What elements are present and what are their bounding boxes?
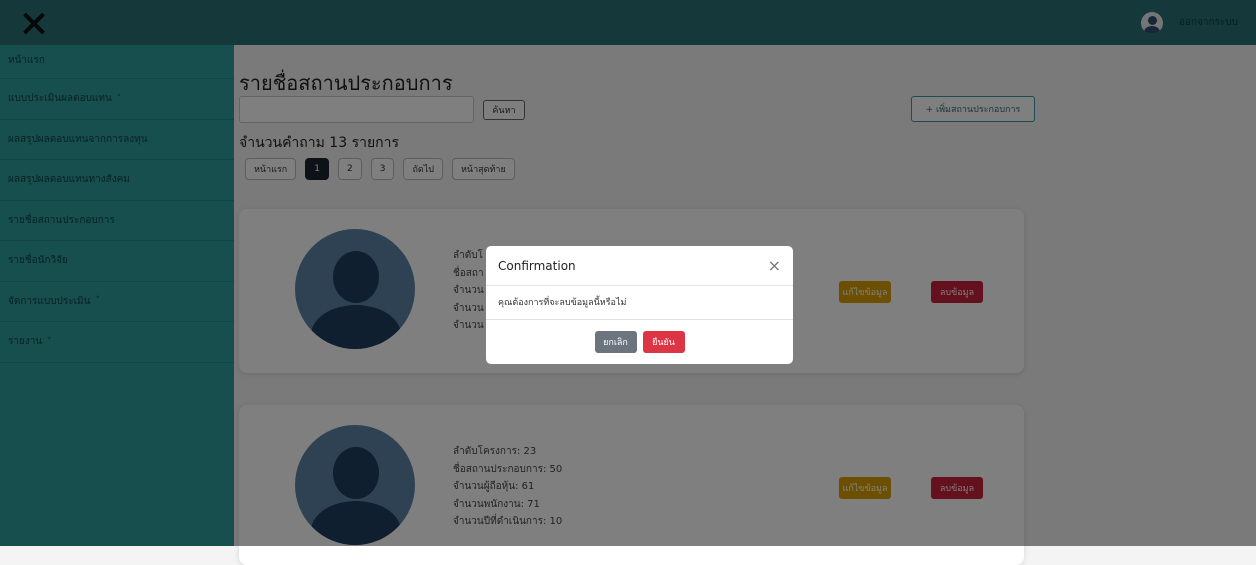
close-icon[interactable]: ×: [768, 257, 781, 274]
modal-title: Confirmation: [498, 258, 576, 273]
confirm-button[interactable]: ยืนยัน: [642, 331, 685, 353]
modal-message: คุณต้องการที่จะลบข้อมูลนี้หรือไม่: [486, 286, 793, 320]
modal-footer: ยกเลิก ยืนยัน: [486, 320, 793, 364]
modal-header: Confirmation ×: [486, 246, 793, 286]
confirmation-modal: Confirmation × คุณต้องการที่จะลบข้อมูลนี…: [486, 246, 793, 364]
cancel-button[interactable]: ยกเลิก: [594, 331, 637, 353]
